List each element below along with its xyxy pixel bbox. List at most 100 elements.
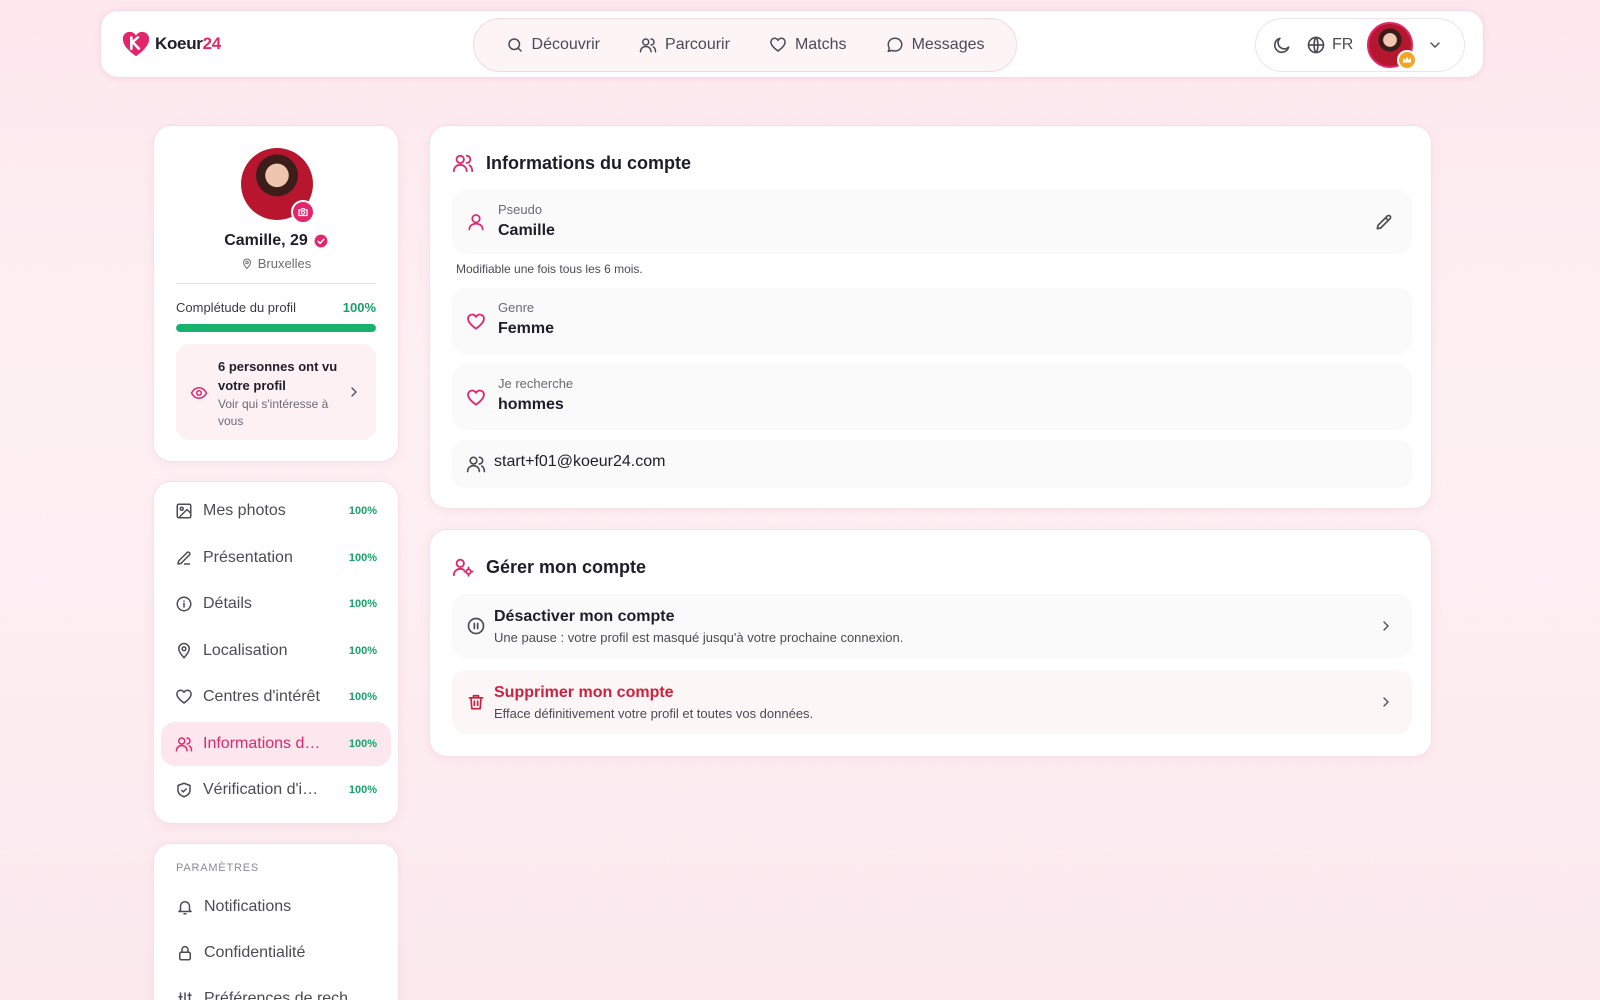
menu-item-account-info[interactable]: Informations du compte 100% <box>161 721 391 766</box>
menu-item-percent: 100% <box>348 737 377 750</box>
location-pin-icon <box>242 258 251 269</box>
change-photo-button[interactable] <box>291 200 315 224</box>
manage-account-title: Gérer mon compte <box>452 556 646 578</box>
trash-icon <box>468 694 484 710</box>
brand-name: Koeur24 <box>155 34 221 53</box>
menu-item-label: Centres d'intérêt <box>203 688 320 705</box>
profile-name: Camille, 29 <box>154 232 398 250</box>
heart-icon <box>467 313 485 330</box>
delete-account-description: Efface définitivement votre profil et to… <box>494 706 814 721</box>
menu-item-percent: 100% <box>348 691 377 703</box>
premium-badge <box>1397 50 1418 70</box>
gender-field: Genre Femme <box>452 288 1412 354</box>
pseudo-field: Pseudo Camille <box>452 190 1412 254</box>
settings-item-search-preferences[interactable]: Préférences de rech <box>176 990 348 1000</box>
heart-icon <box>467 389 485 406</box>
settings-item-privacy[interactable]: Confidentialité <box>176 944 305 962</box>
heart-icon <box>176 689 192 704</box>
profile-views-button[interactable]: 6 personnes ont vu votre profil Voir qui… <box>176 344 376 440</box>
completion-label: Complétude du profil <box>176 300 296 315</box>
deactivate-account-button[interactable]: Désactiver mon compte Une pause : votre … <box>452 594 1412 658</box>
settings-item-label: Confidentialité <box>204 944 306 961</box>
menu-item-presentation[interactable]: Présentation 100% <box>161 536 391 580</box>
camera-icon <box>298 208 308 217</box>
profile-name-text: Camille, 29 <box>224 232 308 249</box>
profile-views-subtitle: Voir qui s'intéresse à vous <box>218 397 329 428</box>
email-field: start+f01@koeur24.com <box>452 440 1412 488</box>
account-info-title-text: Informations du compte <box>486 152 692 173</box>
brand-logo[interactable]: Koeur24 <box>121 29 221 59</box>
nav-discover-label: Découvrir <box>531 36 600 53</box>
profile-location: Bruxelles <box>154 256 398 271</box>
user-icon <box>468 214 484 231</box>
heart-icon <box>770 37 786 52</box>
menu-item-percent: 100% <box>348 644 377 657</box>
menu-item-verification[interactable]: Vérification d'identité 100% <box>161 768 391 812</box>
menu-item-interests[interactable]: Centres d'intérêt 100% <box>161 675 391 719</box>
menu-item-percent: 100% <box>348 505 377 517</box>
settings-item-notifications[interactable]: Notifications <box>176 898 291 916</box>
gender-label: Genre <box>498 300 535 315</box>
profile-avatar[interactable] <box>241 148 315 224</box>
pseudo-hint: Modifiable une fois tous les 6 mois. <box>456 262 643 276</box>
nav-matches[interactable]: Matchs <box>761 30 855 60</box>
menu-item-photos[interactable]: Mes photos 100% <box>161 489 391 533</box>
menu-item-label: Informations du compte <box>203 734 325 752</box>
account-info-title: Informations du compte <box>452 152 691 174</box>
divider <box>176 283 376 284</box>
location-pin-icon <box>177 642 191 659</box>
users-icon <box>639 38 657 53</box>
gender-value: Femme <box>498 320 555 337</box>
settings-item-label: Notifications <box>204 898 292 915</box>
delete-account-button[interactable]: Supprimer mon compte Efface définitiveme… <box>452 670 1412 734</box>
top-navbar: Koeur24 Découvrir Parcourir Matchs Messa… <box>100 10 1484 78</box>
menu-item-percent: 100% <box>348 784 377 796</box>
user-controls: FR <box>1255 18 1465 72</box>
chevron-down-icon <box>1430 42 1440 48</box>
menu-item-details[interactable]: Détails 100% <box>161 582 391 626</box>
language-switcher[interactable]: FR <box>1306 35 1353 55</box>
main-navigation: Découvrir Parcourir Matchs Messages <box>473 18 1017 72</box>
nav-browse[interactable]: Parcourir <box>631 30 738 60</box>
menu-item-label: Mes photos <box>203 502 286 519</box>
email-value: start+f01@koeur24.com <box>494 453 666 470</box>
users-icon <box>466 456 486 473</box>
chevron-right-icon <box>351 387 357 397</box>
menu-item-label: Vérification d'identité <box>203 781 325 798</box>
completion-progress-fill <box>176 324 376 332</box>
verified-badge-icon <box>314 234 328 248</box>
menu-item-percent: 100% <box>348 598 377 610</box>
chevron-right-icon <box>1383 697 1389 707</box>
sliders-icon <box>178 992 192 1000</box>
manage-account-card: Gérer mon compte Désactiver mon compte U… <box>429 529 1432 757</box>
profile-views-title: 6 personnes ont vu votre profil <box>218 359 338 393</box>
looking-for-field: Je recherche hommes <box>452 364 1412 430</box>
nav-messages[interactable]: Messages <box>878 30 993 60</box>
profile-summary-card: Camille, 29 Bruxelles Complétude du prof… <box>153 125 399 462</box>
user-menu-dropdown[interactable] <box>1427 37 1443 53</box>
info-icon <box>176 596 192 612</box>
dark-mode-toggle[interactable] <box>1272 35 1292 55</box>
nav-messages-label: Messages <box>911 36 985 53</box>
settings-header: PARAMÈTRES <box>176 862 259 874</box>
pseudo-label: Pseudo <box>498 202 543 217</box>
manage-account-title-text: Gérer mon compte <box>486 556 647 577</box>
shield-check-icon <box>177 782 191 798</box>
globe-icon <box>1307 36 1325 54</box>
pen-icon <box>177 550 191 565</box>
menu-item-label: Détails <box>203 595 252 612</box>
edit-pencil-icon[interactable] <box>1374 212 1394 232</box>
deactivate-account-title: Désactiver mon compte <box>494 608 675 625</box>
profile-city-text: Bruxelles <box>257 256 312 271</box>
deactivate-account-description: Une pause : votre profil est masqué jusq… <box>494 630 904 645</box>
bell-icon <box>178 901 192 915</box>
eye-icon <box>190 386 208 400</box>
user-avatar-menu[interactable] <box>1367 22 1418 70</box>
chat-bubble-icon <box>887 37 903 53</box>
nav-discover[interactable]: Découvrir <box>498 30 608 60</box>
menu-item-location[interactable]: Localisation 100% <box>161 629 391 673</box>
users-icon <box>452 154 474 173</box>
menu-item-percent: 100% <box>348 551 377 564</box>
menu-item-label: Présentation <box>203 548 293 566</box>
settings-card: PARAMÈTRES Notifications Confidentialité… <box>153 843 399 1000</box>
